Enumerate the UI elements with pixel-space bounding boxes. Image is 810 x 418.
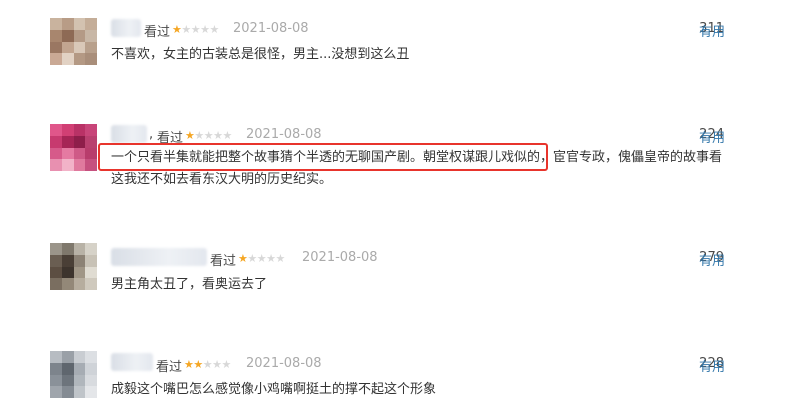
useful-button[interactable]: 有用	[699, 21, 725, 40]
useful-button[interactable]: 有用	[699, 127, 725, 146]
highlight-box	[98, 143, 548, 171]
comment-text: 成毅这个嘴巴怎么感觉像小鸡嘴啊挺土的撑不起这个形象	[111, 382, 437, 397]
comment-date: 2021-08-08	[233, 21, 309, 36]
comment-text: 不喜欢，女主的古装总是很怪，男主...没想到这么丑	[111, 47, 410, 62]
rating-stars: ★★★★★	[172, 23, 219, 36]
rating-stars: ★★★★★	[184, 358, 231, 371]
comment-date: 2021-08-08	[246, 356, 322, 371]
comment-text: 男主角太丑了，看奥运去了	[111, 277, 268, 292]
avatar[interactable]	[50, 18, 97, 65]
avatar[interactable]	[50, 243, 97, 290]
comment-date: 2021-08-08	[302, 250, 378, 265]
rating-stars: ★★★★★	[185, 129, 232, 142]
comment-text-line-2: 这我还不如去看东汉大明的历史纪实。	[111, 172, 333, 187]
watch-status: 看过	[144, 25, 171, 40]
watch-status: 看过	[210, 254, 237, 269]
useful-button[interactable]: 有用	[699, 250, 725, 269]
username-blurred[interactable]	[111, 125, 147, 143]
username-blurred[interactable]	[111, 19, 141, 37]
username-blurred[interactable]	[111, 248, 207, 266]
avatar[interactable]	[50, 124, 97, 171]
comment-date: 2021-08-08	[246, 127, 322, 142]
watch-status: 看过	[156, 360, 183, 375]
avatar[interactable]	[50, 351, 97, 398]
useful-button[interactable]: 有用	[699, 356, 725, 375]
rating-stars: ★★★★★	[238, 252, 285, 265]
name-separator: ,	[149, 127, 154, 142]
username-blurred[interactable]	[111, 353, 153, 371]
